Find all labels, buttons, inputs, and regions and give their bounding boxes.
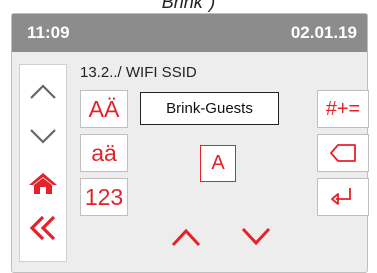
selected-character[interactable]: A [200,145,236,182]
enter-icon [331,188,351,205]
home-button[interactable] [22,165,64,201]
uppercase-key[interactable]: AÄ [80,90,128,128]
lowercase-key[interactable]: aä [80,134,128,172]
chevron-down-icon [30,129,56,144]
device-screen: 11:09 02.01.19 13.2../ WIFI SSID AÄ aä 1… [11,13,369,273]
back-button[interactable] [22,210,64,246]
character-down-button[interactable] [240,226,272,253]
double-chevron-left-icon [29,215,56,241]
status-time: 11:09 [27,23,70,42]
character-up-button[interactable] [170,226,202,253]
navigation-column [19,64,67,262]
chevron-up-icon [171,228,201,247]
home-icon [29,173,57,194]
image-caption: Brink") [161,0,216,12]
chevron-up-icon [30,84,56,99]
scroll-up-button[interactable] [22,73,64,109]
status-bar: 11:09 02.01.19 [12,14,367,52]
numeric-key[interactable]: 123 [80,178,128,216]
symbols-key[interactable]: #+= [317,90,369,128]
enter-button[interactable] [317,178,369,216]
status-date: 02.01.19 [290,23,357,42]
chevron-down-icon [241,227,271,246]
scroll-down-button[interactable] [22,119,64,155]
ssid-input-field[interactable]: Brink-Guests [140,92,279,125]
breadcrumb: 13.2../ WIFI SSID [80,64,197,81]
backspace-button[interactable] [317,134,369,172]
backspace-icon [330,144,356,162]
